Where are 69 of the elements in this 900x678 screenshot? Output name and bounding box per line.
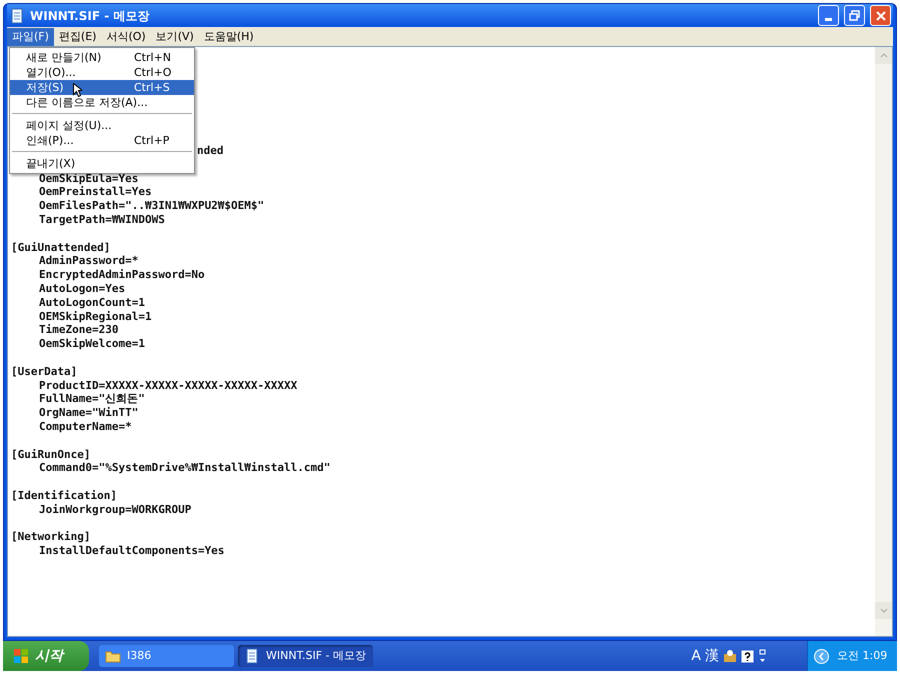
- mouse-pointer-icon: [73, 83, 82, 97]
- minimize-button[interactable]: [818, 5, 839, 26]
- text-line: nded: [197, 144, 224, 157]
- menu-item-label: 새로 만들기(N): [26, 52, 102, 63]
- menu-item[interactable]: 열기(O)... Ctrl+O: [10, 65, 194, 80]
- text-line: AutoLogonCount=1: [39, 296, 145, 309]
- shortcut-label: Ctrl+O: [134, 67, 172, 78]
- text-line: Command0="%SystemDrive%₩Install₩install.cmd": [39, 461, 330, 474]
- menu-item-label: 다른 이름으로 저장(A)...: [26, 97, 148, 108]
- menu-item-label: 열기(O)...: [26, 67, 76, 78]
- start-button[interactable]: 시작: [3, 641, 89, 671]
- restore-button[interactable]: [844, 5, 865, 26]
- text-line: ComputerName=*: [39, 420, 132, 433]
- menu-title[interactable]: 보기(V): [150, 28, 199, 46]
- text-line: AdminPassword=*: [39, 254, 138, 268]
- chevron-down-icon: [880, 608, 888, 613]
- text-line: OemPreinstall=Yes: [39, 185, 152, 198]
- taskbar-button[interactable]: WINNT.SIF - 메모장: [238, 645, 373, 667]
- text-line: OemFilesPath="..₩3IN1₩WXPU2₩$OEM$": [39, 199, 264, 212]
- text-line: OemSkipWelcome=1: [39, 337, 145, 350]
- text-line: TargetPath=₩WINDOWS: [39, 212, 165, 226]
- close-button[interactable]: [870, 5, 891, 26]
- menu-title[interactable]: 파일(F): [7, 28, 54, 46]
- close-icon: [876, 10, 886, 20]
- notepad-icon: [9, 8, 25, 24]
- ime-indicator[interactable]: 漢: [705, 646, 719, 666]
- windows-logo-icon: [13, 648, 29, 664]
- help-icon[interactable]: [741, 650, 754, 662]
- chevron-left-icon[interactable]: [814, 648, 829, 664]
- text-line: AutoLogon=Yes: [39, 282, 126, 295]
- menu-title[interactable]: 도움말(H): [198, 28, 259, 46]
- options-icon[interactable]: [758, 649, 767, 663]
- clock: 오전 1:09: [837, 648, 888, 664]
- text-line: InstallDefaultComponents=Yes: [39, 544, 224, 558]
- menu-item-label: 인쇄(P)...: [26, 135, 74, 146]
- menu-item-label: 페이지 설정(U)...: [26, 120, 112, 131]
- menu-item[interactable]: 저장(S) Ctrl+S: [10, 80, 194, 95]
- shortcut-label: Ctrl+P: [134, 135, 170, 146]
- notepad-icon: [244, 648, 260, 664]
- menu-item-label: 끝내기(X): [26, 158, 76, 169]
- chevron-up-icon: [880, 53, 888, 58]
- ime-indicator[interactable]: A: [691, 646, 701, 666]
- text-line: OEMSkipRegional=1: [39, 310, 152, 323]
- text-line: JoinWorkgroup=WORKGROUP: [39, 502, 192, 516]
- restore-icon: [849, 10, 860, 21]
- text-line: TimeZone=230: [39, 323, 118, 336]
- menu-title[interactable]: 서식(O): [101, 28, 151, 46]
- menu-item-label: 저장(S): [26, 82, 64, 93]
- text-line: OemSkipEula=Yes: [39, 172, 138, 185]
- menu-item[interactable]: 새로 만들기(N) Ctrl+N: [10, 50, 194, 65]
- text-line: [GuiUnattended]: [11, 240, 110, 254]
- taskbar-button[interactable]: I386: [99, 645, 234, 667]
- window-title: WINNT.SIF - 메모장: [30, 8, 150, 24]
- text-line: [Identification]: [11, 488, 117, 502]
- menu-item[interactable]: 페이지 설정(U)...: [10, 118, 194, 133]
- text-line: [UserData]: [11, 364, 78, 378]
- menu-item[interactable]: 끝내기(X): [10, 156, 194, 171]
- menu-item[interactable]: 다른 이름으로 저장(A)...: [10, 95, 194, 110]
- text-line: [GuiRunOnce]: [11, 448, 90, 461]
- text-line: ProductID=XXXXX-XXXXX-XXXXX-XXXXX-XXXXX: [39, 378, 298, 392]
- text-line: FullName="신희돈": [39, 392, 145, 406]
- text-line: [Networking]: [11, 530, 90, 544]
- shortcut-label: Ctrl+S: [134, 82, 171, 93]
- menu-item[interactable]: 인쇄(P)... Ctrl+P: [10, 133, 194, 148]
- text-line: OrgName="WinTT": [39, 406, 138, 420]
- menu-title[interactable]: 편집(E): [54, 28, 102, 46]
- text-line: EncryptedAdminPassword=No: [39, 268, 205, 282]
- toolbox-icon[interactable]: [723, 649, 737, 663]
- shortcut-label: Ctrl+N: [134, 52, 172, 63]
